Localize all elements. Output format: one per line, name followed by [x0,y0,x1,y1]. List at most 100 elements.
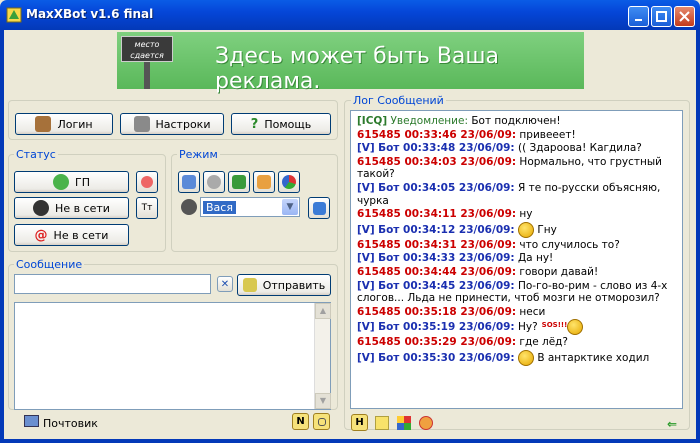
log-text: привееет! [516,128,576,141]
refresh-button[interactable] [308,197,330,219]
log-protocol-tag: [ICQ] [357,115,388,127]
history-icon: H [355,417,364,428]
tt-label: Tт [141,203,153,213]
log-text: Да ну! [514,252,554,265]
message-input[interactable] [14,274,211,294]
log-protocol-tag: [V] [357,142,375,155]
tt-button[interactable]: Tт [136,197,158,219]
gear-icon [207,175,221,189]
message-log[interactable]: [ICQ] Уведомление: Бот подключен! 615485 … [350,110,683,409]
log-sender: 615485 00:34:31 23/06/09: [357,238,517,251]
log-sender: Бот 00:33:48 23/06/09: [378,142,515,155]
xstatus-button[interactable] [136,171,158,193]
log-sender: Бот 00:34:33 23/06/09: [378,252,515,265]
log-sender: 615485 00:33:46 23/06/09: [357,128,517,141]
at-icon: @ [34,227,48,243]
login-button[interactable]: Логин [15,113,113,135]
title-bar[interactable]: MaxXBot v1.6 final [0,0,700,30]
log-entry: [V] Бот 00:34:05 23/06/09: Я те по-русск… [357,182,676,207]
help-button[interactable]: ? Помощь [231,113,331,135]
message-legend: Сообщение [14,258,85,271]
log-protocol-tag: [V] [357,351,375,364]
log-text: Гну [533,223,557,236]
close-icon [679,11,690,22]
bot-select[interactable]: Вася ▼ [200,197,300,217]
ad-sign: место сдается [121,36,173,62]
mode-tree-button[interactable] [228,171,250,193]
mode-legend: Режим [177,148,220,161]
smiley-icon [517,221,534,238]
mail-label[interactable]: Почтовик [43,417,98,430]
history-button[interactable]: H [351,414,368,431]
chevron-down-icon[interactable]: ▼ [282,199,298,215]
log-sender: Бот 00:35:19 23/06/09: [378,321,515,334]
log-text: (( Здароова! Кагдила? [514,142,642,155]
settings-button[interactable]: Настроки [120,113,224,135]
log-protocol-tag: [V] [357,252,375,265]
smiley-icon [517,349,534,366]
log-text: ну [516,208,533,221]
status-legend: Статус [14,148,58,161]
close-button[interactable] [674,6,695,27]
send-button[interactable]: Отправить [237,274,331,296]
message-textarea[interactable]: ▲ ▼ [14,302,331,410]
log-entry: 615485 00:34:03 23/06/09: Нормально, что… [357,156,676,181]
status-offline-button-1[interactable]: Не в сети [14,197,129,219]
status-offline-label-2: Не в сети [53,228,109,242]
send-icon [242,278,257,292]
refresh-icon [312,201,326,215]
log-sender: 615485 00:34:03 23/06/09: [357,155,517,168]
maximize-icon [656,11,667,22]
window-title: MaxXBot v1.6 final [26,7,154,21]
log-text: Ну? [514,321,538,334]
mode-users-button[interactable] [253,171,275,193]
log-text: неси [516,305,546,318]
back-arrow-icon[interactable]: ⇐ [667,417,677,431]
mode-gear-button[interactable] [203,171,225,193]
ad-banner[interactable]: место сдается Здесь может быть Ваша рекл… [117,32,584,94]
maximize-button[interactable] [651,6,672,27]
status-offline-button-2[interactable]: @ Не в сети [14,224,129,246]
log-entry: [V] Бот 00:35:19 23/06/09: Ну? SOS!!! [357,319,676,336]
sign-post [144,62,150,89]
n-button[interactable]: N [292,413,309,430]
log-entry: [V] Бот 00:34:45 23/06/09: По-го-во-рим … [357,280,676,305]
minimize-to-tray-button[interactable] [313,413,330,430]
users-icon [257,175,271,189]
sos-smiley-label: SOS!!! [541,321,568,330]
pie-icon [282,175,296,189]
question-icon: ? [250,116,259,132]
sos-smiley-icon [567,319,584,336]
minimize-icon [634,18,642,21]
scroll-down-icon[interactable]: ▼ [315,393,331,409]
palette-icon[interactable] [397,416,411,430]
log-sender: Бот 00:34:45 23/06/09: [378,279,515,292]
ad-text: Здесь может быть Ваша реклама. [215,44,500,94]
log-entry: 615485 00:33:46 23/06/09: привееет! [357,129,676,142]
status-gp-button[interactable]: ГП [14,171,129,193]
log-entry: 615485 00:34:31 23/06/09: что случилось … [357,239,676,252]
mode-edit-button[interactable] [178,171,200,193]
edit-icon [182,175,196,189]
log-sender: 615485 00:35:29 23/06/09: [357,336,517,349]
log-entry: 615485 00:35:18 23/06/09: неси [357,306,676,319]
log-protocol-tag: [V] [357,181,375,194]
textarea-scrollbar[interactable]: ▲ ▼ [314,303,331,409]
log-sender: Бот 00:34:05 23/06/09: [378,181,515,194]
mode-chart-button[interactable] [278,171,300,193]
status-gp-label: ГП [75,175,90,189]
app-icon [6,7,22,23]
log-protocol-tag: [V] [357,223,375,236]
scroll-up-icon[interactable]: ▲ [315,303,331,319]
log-sender: Бот 00:34:12 23/06/09: [378,223,515,236]
log-text: говори давай! [516,265,599,278]
window-icon [317,417,326,426]
log-sender: 615485 00:35:18 23/06/09: [357,305,517,318]
log-text: Бот подключен! [468,115,561,127]
minimize-button[interactable] [628,6,649,27]
face-icon [141,176,153,188]
note-icon[interactable] [375,416,389,430]
clear-button[interactable]: ✕ [217,276,233,292]
log-sender: 615485 00:34:11 23/06/09: [357,208,517,221]
no-sound-icon[interactable] [419,416,433,430]
